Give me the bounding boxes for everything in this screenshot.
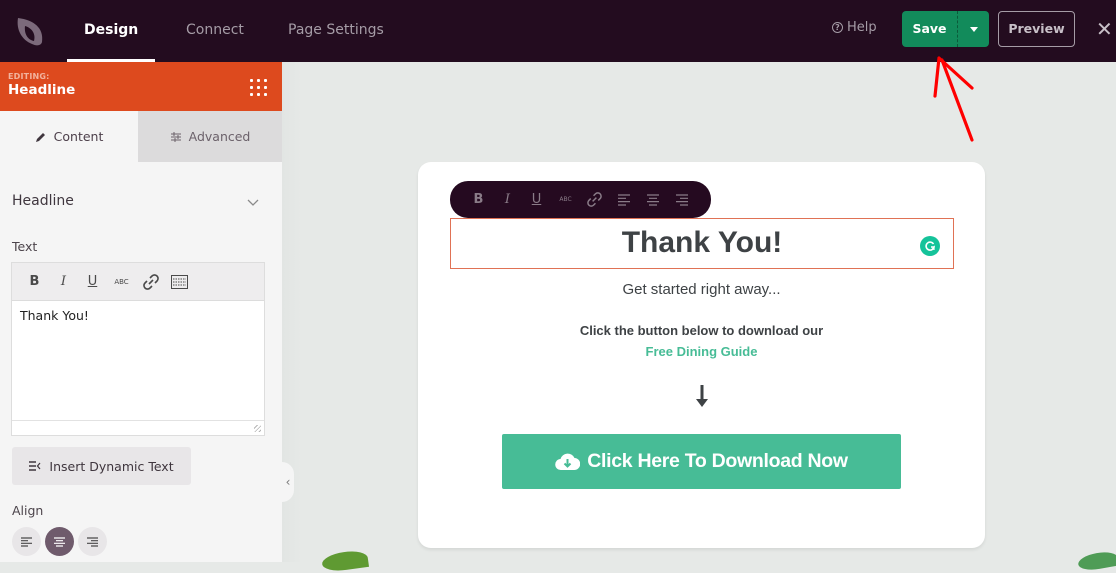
- annotation-arrow-icon: [933, 56, 974, 142]
- subheadline-text: Get started right away...: [622, 281, 781, 298]
- preview-button[interactable]: Preview: [998, 11, 1075, 47]
- help-label: Help: [847, 20, 877, 35]
- align-label: Align: [12, 503, 44, 518]
- underline-button[interactable]: U: [522, 192, 551, 207]
- tab-advanced-label: Advanced: [188, 129, 251, 144]
- align-center-button[interactable]: [45, 527, 74, 556]
- tab-page-settings[interactable]: Page Settings: [288, 0, 384, 62]
- strikethrough-button[interactable]: ABC: [107, 270, 136, 294]
- text-editor-input[interactable]: Thank You!: [12, 301, 264, 421]
- align-left-button[interactable]: [12, 527, 41, 556]
- align-right-button[interactable]: [78, 527, 107, 556]
- italic-button[interactable]: I: [493, 192, 522, 207]
- tab-content-label: Content: [53, 129, 104, 144]
- align-left-icon[interactable]: [609, 193, 638, 206]
- align-right-icon: [87, 536, 98, 547]
- save-options-dropdown[interactable]: [958, 11, 989, 47]
- help-link[interactable]: ? Help: [832, 20, 877, 35]
- editor-toolbar: B I U ABC: [12, 263, 264, 301]
- text-field-label: Text: [12, 239, 38, 254]
- insert-dynamic-text-button[interactable]: Insert Dynamic Text: [12, 447, 191, 485]
- download-button[interactable]: Click Here To Download Now: [502, 434, 901, 489]
- editing-title: Headline: [8, 82, 76, 98]
- caret-down-icon: [969, 26, 978, 32]
- underline-button[interactable]: U: [78, 270, 107, 294]
- align-center-icon: [54, 536, 65, 547]
- align-right-icon[interactable]: [667, 193, 696, 206]
- save-button-group: Save: [902, 11, 989, 47]
- tab-content[interactable]: Content: [0, 111, 138, 162]
- grammarly-icon[interactable]: [920, 236, 940, 256]
- save-button[interactable]: Save: [902, 11, 958, 47]
- bold-button[interactable]: B: [464, 192, 493, 207]
- leaf-logo-icon[interactable]: [14, 14, 46, 48]
- align-center-icon[interactable]: [638, 193, 667, 206]
- question-circle-icon: ?: [832, 22, 843, 33]
- sliders-icon: [170, 131, 181, 142]
- dining-guide-link[interactable]: Free Dining Guide: [418, 344, 985, 359]
- body-text: Click the button below to download our: [579, 323, 824, 338]
- tab-design[interactable]: Design: [66, 0, 156, 62]
- pencil-icon: [35, 132, 45, 142]
- italic-button[interactable]: I: [49, 270, 78, 294]
- align-buttons: [12, 527, 107, 556]
- tab-connect[interactable]: Connect: [186, 0, 244, 62]
- chevron-down-icon[interactable]: [246, 195, 260, 209]
- align-left-icon: [21, 536, 32, 547]
- panel-tabs: Content Advanced: [0, 111, 282, 162]
- text-editor: B I U ABC Thank You!: [11, 262, 265, 436]
- editing-label: EDITING:: [8, 72, 50, 81]
- resize-handle-icon[interactable]: [254, 425, 261, 432]
- drag-grid-icon[interactable]: [250, 79, 268, 97]
- editing-header: EDITING: Headline: [0, 62, 282, 111]
- tab-advanced[interactable]: Advanced: [138, 111, 282, 162]
- down-arrow-icon: [418, 384, 985, 414]
- close-icon[interactable]: ✕: [1096, 18, 1114, 40]
- headline-text[interactable]: Thank You!: [451, 226, 953, 260]
- section-title-headline[interactable]: Headline: [12, 193, 74, 209]
- link-icon[interactable]: [136, 270, 165, 294]
- insert-dynamic-text-label: Insert Dynamic Text: [49, 458, 174, 474]
- dynamic-text-icon: [29, 461, 41, 471]
- bold-button[interactable]: B: [20, 270, 49, 294]
- keyboard-icon[interactable]: [165, 270, 194, 294]
- floating-format-toolbar: B I U ABC: [450, 181, 711, 218]
- headline-block-selected[interactable]: Thank You!: [450, 218, 954, 269]
- cloud-download-icon: [555, 453, 581, 471]
- strikethrough-button[interactable]: ABC: [551, 196, 580, 203]
- link-icon[interactable]: [580, 192, 609, 207]
- download-button-label: Click Here To Download Now: [587, 450, 848, 472]
- collapse-sidebar-button[interactable]: ‹: [282, 462, 294, 502]
